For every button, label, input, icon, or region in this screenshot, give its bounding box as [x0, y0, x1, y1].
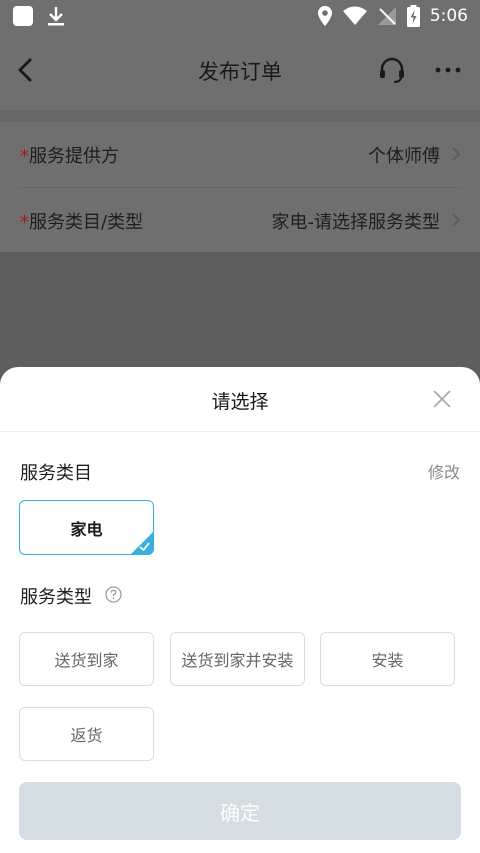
chevron-right-icon	[452, 147, 461, 161]
customer-service-icon[interactable]	[378, 56, 406, 84]
close-icon[interactable]	[432, 389, 452, 409]
app-notification-icon	[13, 6, 33, 26]
category-section-title: 服务类目	[20, 463, 92, 484]
type-chip-install[interactable]: 安装	[320, 632, 455, 686]
service-category-label: *服务类目/类型	[20, 208, 143, 234]
checkmark-corner-icon	[131, 532, 153, 554]
status-bar: 5:06	[0, 0, 480, 34]
type-chip-label: 安装	[371, 651, 404, 670]
type-section-title: 服务类型	[20, 587, 92, 608]
type-chip-label: 送货到家并安装	[181, 651, 294, 670]
service-category-value: 家电-请选择服务类型	[271, 212, 441, 233]
service-provider-value: 个体师傅	[368, 146, 440, 167]
sheet-divider	[0, 431, 480, 432]
battery-charging-icon	[406, 5, 420, 27]
selection-bottom-sheet: 请选择 服务类目 修改 家电 服务类型 送货到家 送货到家并安装 安装 返货 确…	[0, 367, 480, 853]
section-gap	[0, 110, 480, 122]
more-options-icon[interactable]	[434, 58, 462, 82]
service-provider-label-text: 服务提供方	[29, 146, 119, 167]
type-chip-label: 送货到家	[54, 651, 119, 670]
service-category-label-text: 服务类目/类型	[29, 212, 144, 233]
service-category-row[interactable]: *服务类目/类型 家电-请选择服务类型	[0, 188, 480, 252]
page-title: 发布订单	[198, 60, 282, 84]
required-mark: *	[20, 212, 29, 233]
download-icon	[48, 7, 64, 26]
location-icon	[317, 6, 332, 26]
category-chip-label: 家电	[70, 519, 103, 539]
required-mark: *	[20, 146, 29, 167]
sheet-title: 请选择	[211, 391, 269, 413]
confirm-button[interactable]: 确定	[19, 782, 461, 840]
edit-category-link[interactable]: 修改	[428, 459, 460, 483]
wifi-icon	[342, 6, 367, 25]
help-icon[interactable]	[105, 586, 122, 603]
no-signal-icon	[377, 7, 396, 25]
category-chip-selected[interactable]: 家电	[19, 500, 154, 555]
status-time: 5:06	[429, 6, 468, 26]
app-header: 发布订单	[0, 34, 480, 106]
type-chip-label: 返货	[70, 726, 103, 745]
service-provider-label: *服务提供方	[20, 142, 119, 168]
service-provider-row[interactable]: *服务提供方 个体师傅	[0, 122, 480, 186]
type-chip-return[interactable]: 返货	[19, 707, 154, 761]
type-chip-delivery[interactable]: 送货到家	[19, 632, 154, 686]
type-chip-delivery-install[interactable]: 送货到家并安装	[170, 632, 305, 686]
chevron-right-icon	[452, 213, 461, 227]
